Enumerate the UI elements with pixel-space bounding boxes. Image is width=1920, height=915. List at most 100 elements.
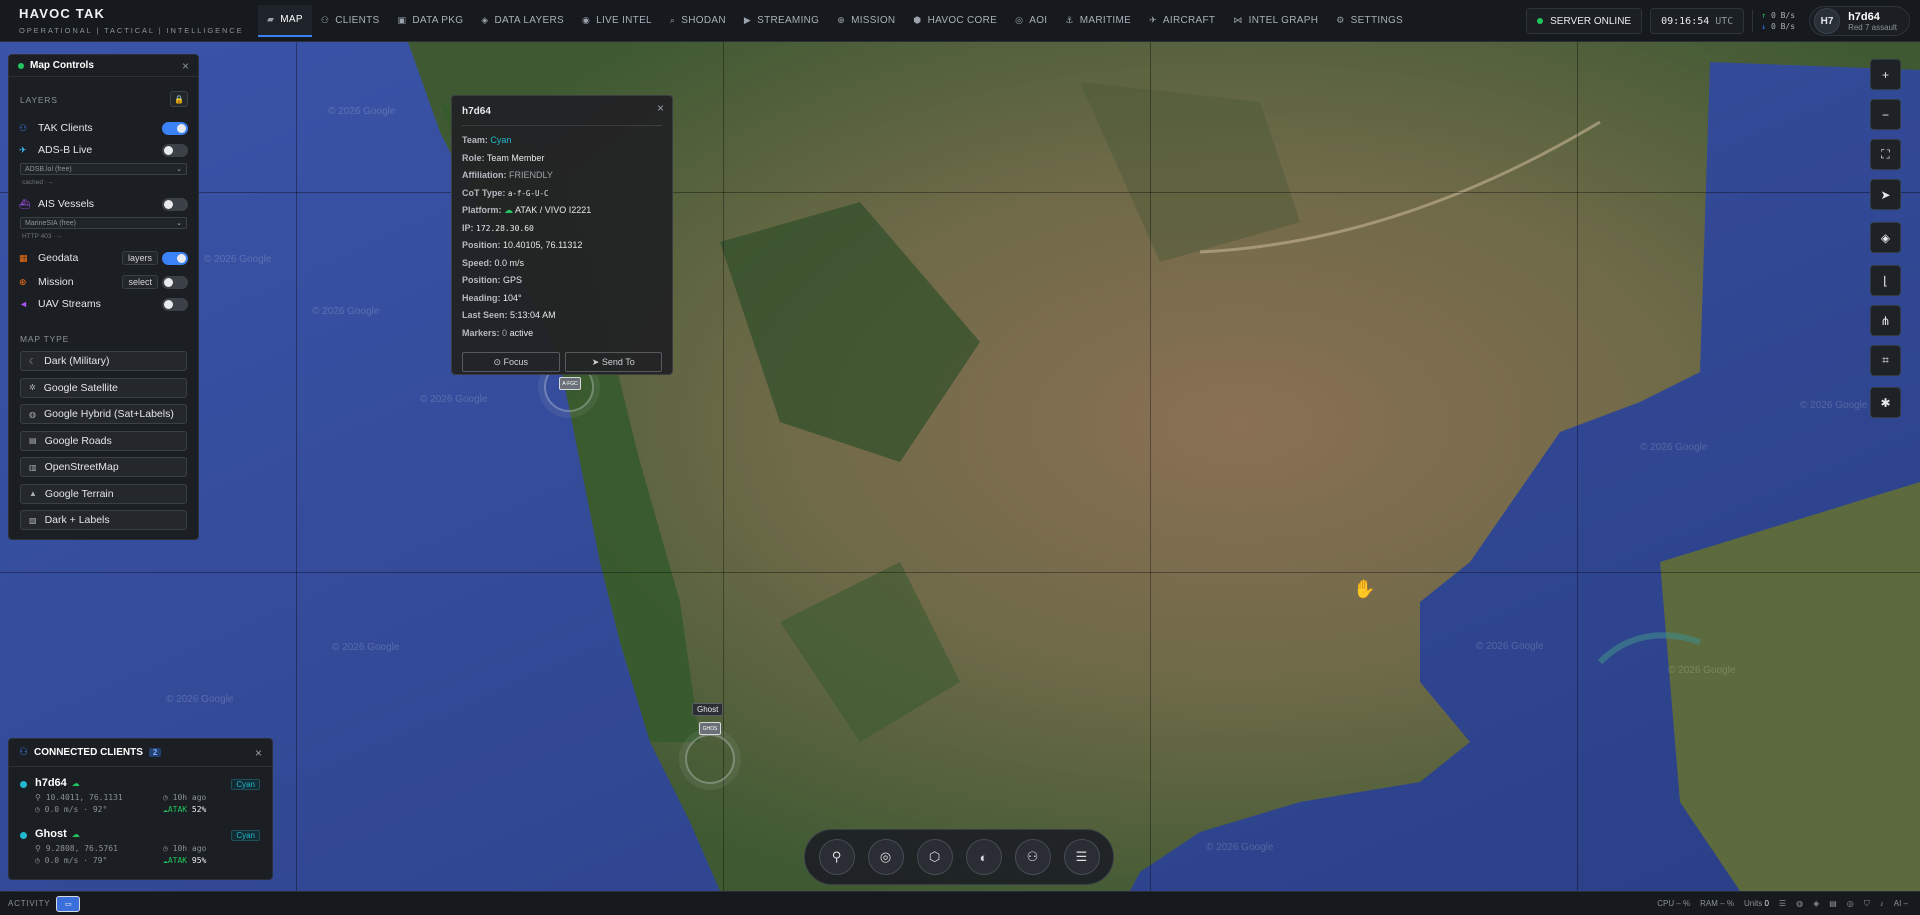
globe-tool-button[interactable]: ◐ xyxy=(965,839,1002,875)
map-type-dark-labels[interactable]: ▧ Dark + Labels xyxy=(20,510,187,530)
layers-icon[interactable]: ◈ xyxy=(1813,899,1819,908)
map-type-google-roads[interactable]: ▤ Google Roads xyxy=(20,430,187,451)
map-type-openstreetmap[interactable]: ▥ OpenStreetMap xyxy=(20,457,187,477)
layers-button[interactable]: ◈ xyxy=(1870,222,1901,253)
map-watermark: © 2026 Google xyxy=(204,254,272,265)
team-tool-button[interactable]: ⚇ xyxy=(1014,839,1051,875)
upload-arrow-icon: ↑ xyxy=(1761,11,1767,20)
client-row[interactable]: h7d64 ☁ Cyan ⚲ 10.4011, 76.1131 ◷ 0.0 m/s · … xyxy=(19,777,262,821)
tab-clients[interactable]: ⚇ CLIENTS xyxy=(312,7,389,35)
package-tool-button[interactable]: ⬡ xyxy=(916,839,953,875)
network-icon: ⋔ xyxy=(1880,313,1891,328)
tab-data-pkg[interactable]: ▣ DATA PKG xyxy=(389,7,473,35)
map-type-dark-military[interactable]: ☾ Dark (Military) xyxy=(20,351,187,371)
client-position-value: 9.2808, 76.5761 xyxy=(45,844,118,853)
draw-button[interactable]: ⌗ xyxy=(1870,345,1901,376)
chat-icon[interactable]: ▤ xyxy=(1829,899,1837,908)
layer-toggle[interactable] xyxy=(162,297,188,311)
select-value: ADSB.lol (free) xyxy=(25,165,72,173)
menu-button[interactable]: ☰ xyxy=(1063,839,1100,875)
client-marker-ghost[interactable] xyxy=(685,734,735,784)
layer-source-status: HTTP 403 · -- xyxy=(22,233,62,240)
monitor-icon: ▭ xyxy=(65,900,72,908)
zoom-in-button[interactable]: + xyxy=(1870,59,1901,90)
lock-icon[interactable]: 🔒 xyxy=(170,91,188,107)
value: GPS xyxy=(503,275,523,285)
tab-label: CLIENTS xyxy=(335,15,380,26)
client-battery: 52% xyxy=(191,805,207,814)
gear-icon: ⚙ xyxy=(1336,15,1345,25)
location-arrow-icon: ➤ xyxy=(1880,187,1891,202)
tab-map[interactable]: ▰ MAP xyxy=(258,4,312,37)
globe-icon[interactable]: ◍ xyxy=(1796,899,1803,908)
tab-aircraft[interactable]: ✈ AIRCRAFT xyxy=(1140,7,1224,35)
tab-maritime[interactable]: ⚓ MARITIME xyxy=(1056,7,1140,35)
close-icon[interactable]: × xyxy=(182,59,189,73)
android-icon: ☁ xyxy=(504,205,514,215)
package-icon: ▣ xyxy=(397,15,407,25)
send-to-button[interactable]: ➤ Send To xyxy=(564,352,662,372)
map-type-label: Google Roads xyxy=(44,434,112,447)
ruler-icon: ⌊ xyxy=(1883,273,1888,288)
map-watermark: © 2026 Google xyxy=(312,306,380,317)
tab-havoc-core[interactable]: ⬢ HAVOC CORE xyxy=(904,7,1006,35)
client-count-badge: 2 xyxy=(148,748,162,757)
shield-icon[interactable]: ⛉ xyxy=(1864,899,1870,909)
network-button[interactable]: ⋔ xyxy=(1870,305,1901,336)
tab-data-layers[interactable]: ◈ DATA LAYERS xyxy=(472,7,573,35)
layer-source-select[interactable]: ADSB.lol (free) ⌄ xyxy=(20,163,187,175)
client-row[interactable]: Ghost ☁ Cyan ⚲ 9.2808, 76.5761 ◷ 0.0 m/s · 7… xyxy=(19,828,262,872)
bug-button[interactable]: ✱ xyxy=(1870,387,1901,418)
tab-mission[interactable]: ⊕ MISSION xyxy=(828,7,904,35)
marker-tool-button[interactable]: ⚲ xyxy=(818,839,855,875)
user-menu[interactable]: H7 h7d64 Red 7 assault xyxy=(1809,6,1910,36)
grid-line xyxy=(0,572,1920,573)
layer-toggle[interactable] xyxy=(162,197,188,211)
zoom-out-button[interactable]: − xyxy=(1870,99,1901,130)
target-icon: ◎ xyxy=(1015,15,1024,25)
tab-settings[interactable]: ⚙ SETTINGS xyxy=(1327,7,1412,35)
bell-icon[interactable]: ♪ xyxy=(1880,899,1884,908)
close-icon[interactable]: × xyxy=(657,101,664,115)
activity-toggle-button[interactable]: ▭ xyxy=(56,895,81,912)
map-type-google-satellite[interactable]: ✲ Google Satellite xyxy=(20,377,187,398)
layer-toggle[interactable] xyxy=(162,121,188,135)
fullscreen-button[interactable]: ⛶ xyxy=(1870,139,1901,170)
tab-intel-graph[interactable]: ⋈ INTEL GRAPH xyxy=(1224,7,1327,35)
tab-shodan[interactable]: ⌕ SHODAN xyxy=(661,7,735,35)
focus-button[interactable]: ⊙ Focus xyxy=(462,352,560,372)
layer-label: AIS Vessels xyxy=(38,198,95,210)
layer-source-select[interactable]: MarineSIA (free) ⌄ xyxy=(20,217,187,229)
map-type-google-terrain[interactable]: ▲ Google Terrain xyxy=(20,483,187,504)
close-icon[interactable]: × xyxy=(255,746,262,760)
map-controls-panel: Map Controls × LAYERS 🔒 ⚇ TAK Clients ✈ ADS… xyxy=(8,54,199,540)
layer-layers-button[interactable]: layers xyxy=(121,251,158,265)
map-watermark: © 2026 Google xyxy=(1476,641,1544,652)
layer-label: UAV Streams xyxy=(38,298,101,310)
measure-button[interactable]: ⌊ xyxy=(1870,265,1901,296)
value: active xyxy=(509,327,534,338)
status-dot xyxy=(18,62,24,69)
layer-toggle[interactable] xyxy=(162,275,188,289)
tab-streaming[interactable]: ▶ STREAMING xyxy=(735,7,828,35)
atak-marker-icon[interactable]: A-FGC xyxy=(559,377,581,390)
client-last-seen-value: 10h ago xyxy=(172,844,207,853)
tab-aoi[interactable]: ◎ AOI xyxy=(1006,7,1056,35)
list-icon[interactable]: ☰ xyxy=(1779,899,1786,908)
ghost-marker-icon[interactable]: GHOS xyxy=(699,722,721,735)
map-type-google-hybrid-sat-labels[interactable]: ◍ Google Hybrid (Sat+Labels) xyxy=(20,404,187,424)
locate-button[interactable]: ➤ xyxy=(1870,179,1901,210)
layer-uav-streams: ◄ UAV Streams xyxy=(19,295,188,313)
layers-icon: ◈ xyxy=(481,15,489,25)
focus-label: Focus xyxy=(503,357,529,367)
target-tool-button[interactable]: ◎ xyxy=(867,839,904,875)
layer-toggle[interactable] xyxy=(162,251,188,265)
tab-live-intel[interactable]: ◉ LIVE INTEL xyxy=(573,7,661,35)
layer-toggle[interactable] xyxy=(162,143,188,157)
layer-select-button[interactable]: select xyxy=(122,275,158,289)
map-view[interactable]: © 2026 Google © 2026 Google © 2026 Googl… xyxy=(0,42,1920,891)
ghost-map-label: Ghost xyxy=(692,703,724,716)
target-icon[interactable]: ◎ xyxy=(1847,899,1854,908)
speed-icon: ◷ xyxy=(35,856,40,865)
map-watermark: © 2026 Google xyxy=(166,694,234,705)
